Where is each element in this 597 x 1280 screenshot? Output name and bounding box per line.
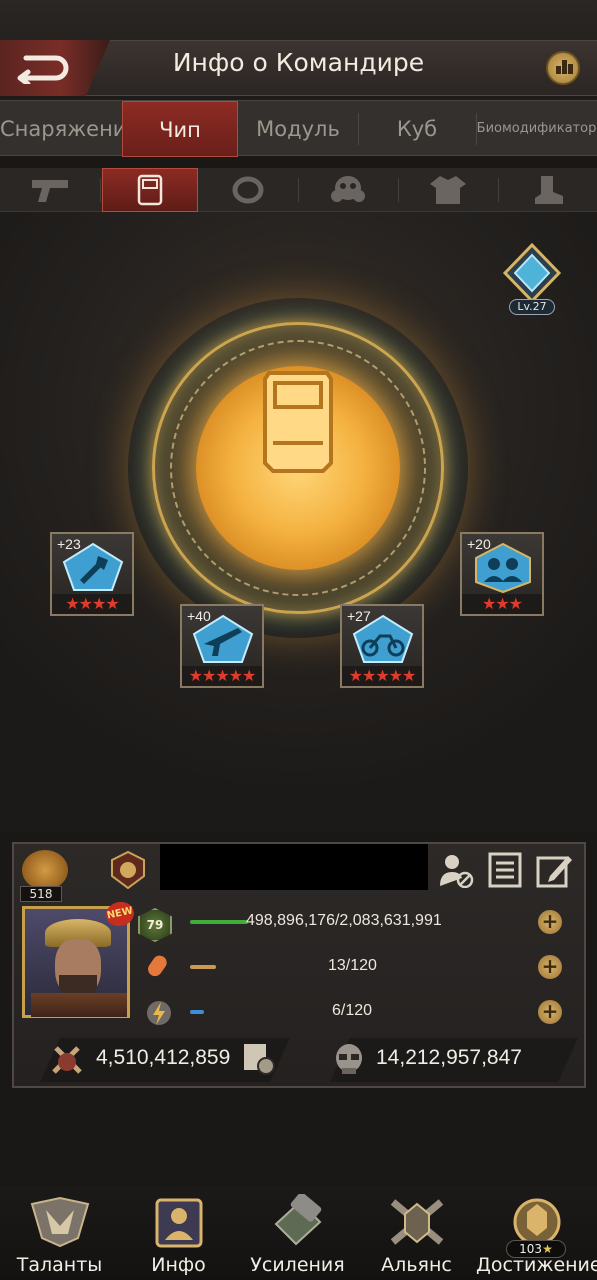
chip-icon (137, 174, 163, 206)
slot-bonus: +20 (467, 536, 491, 552)
tab-cube[interactable]: Куб (358, 101, 476, 157)
subtab-armor[interactable] (400, 168, 496, 212)
power-level-value: 518 (20, 886, 62, 902)
info-icon (155, 1198, 202, 1248)
kills-value: 14,212,957,847 (376, 1046, 522, 1069)
power-detail-icon[interactable] (242, 1042, 276, 1076)
boot-icon (535, 176, 563, 204)
subtab-divider (298, 178, 299, 202)
tab-module[interactable]: Модуль (238, 101, 358, 157)
slot-bonus: +27 (347, 608, 371, 624)
power-level-icon[interactable] (22, 850, 68, 890)
nav-label: Таланты (16, 1254, 103, 1276)
commander-name-redacted (160, 844, 428, 890)
slot-stars: ★★★★★ (342, 666, 422, 686)
chip-level-label: Lv.27 (509, 299, 555, 315)
exp-text: 498,896,176/2,083,631,991 (246, 912, 442, 929)
tab-chip[interactable]: Чип (122, 101, 238, 157)
subtab-bar (0, 168, 597, 212)
subtab-ring[interactable] (200, 168, 296, 212)
stamina-bar-fill (190, 965, 216, 969)
chip-slot[interactable]: +27 ★★★★★ (340, 604, 424, 688)
subtab-divider (398, 178, 399, 202)
stamina-text: 13/120 (328, 957, 377, 974)
skull-mask-icon (336, 1044, 362, 1074)
notes-icon[interactable] (488, 852, 522, 888)
page-title: Инфо о Командире (172, 48, 425, 77)
energy-bar-fill (190, 1010, 204, 1014)
slot-stars: ★★★ (462, 594, 542, 614)
exp-bar (190, 920, 250, 924)
energy-bar (190, 1010, 210, 1014)
ring-icon (232, 176, 264, 204)
power-icon (52, 1046, 82, 1074)
tab-biomodifier[interactable]: Биомодификатор (476, 101, 597, 157)
armor-icon (430, 176, 466, 204)
chip-slot[interactable]: +40 ★★★★★ (180, 604, 264, 688)
subtab-boot[interactable] (500, 168, 596, 212)
bottom-nav: Таланты Инфо Усиления Альянс 103★ Достиж… (0, 1186, 597, 1280)
alliance-icon (390, 1199, 443, 1245)
tab-equipment[interactable]: Снаряжение (0, 101, 139, 157)
stats-button[interactable] (546, 51, 580, 85)
energy-text: 6/120 (332, 1002, 373, 1019)
nav-boosts[interactable]: Усиления (238, 1186, 357, 1280)
nav-alliance[interactable]: Альянс (357, 1186, 476, 1280)
pistol-icon (32, 180, 68, 202)
chip-slot[interactable]: +23 ★★★★ (50, 532, 134, 616)
slot-stars: ★★★★ (52, 594, 132, 614)
power-value: 4,510,412,859 (96, 1046, 231, 1069)
subtab-chip[interactable] (102, 168, 198, 212)
subtab-pistol[interactable] (2, 168, 98, 212)
nav-label: Альянс (381, 1254, 452, 1276)
add-stamina-button[interactable]: + (538, 955, 562, 979)
edit-icon[interactable] (536, 852, 572, 888)
slot-bonus: +40 (187, 608, 211, 624)
talents-icon (30, 1196, 89, 1248)
energy-icon (147, 1001, 171, 1025)
tab-bar: Снаряжение Чип Модуль Куб Биомодификатор (0, 100, 597, 157)
header: Инфо о Командире (0, 0, 597, 100)
exp-bar-fill (190, 920, 248, 924)
nav-label: Инфо (151, 1254, 206, 1276)
nav-achievement[interactable]: 103★ Достижение (476, 1186, 597, 1280)
rank-badge-icon[interactable] (108, 850, 148, 890)
stamina-icon (148, 955, 167, 977)
nav-talents[interactable]: Таланты (0, 1186, 119, 1280)
chip-slot[interactable]: +20 ★★★ (460, 532, 544, 616)
achievement-icon (513, 1198, 560, 1246)
stamina-bar (190, 965, 230, 969)
profile-block-icon[interactable] (438, 852, 474, 888)
subtab-divider (498, 178, 499, 202)
chip-stage: Lv.27 +23 ★★★★ +20 ★★★ +40 ★★★★★ +27 ★★★… (0, 212, 597, 832)
add-energy-button[interactable]: + (538, 1000, 562, 1024)
add-exp-button[interactable]: + (538, 910, 562, 934)
nav-label: Усиления (250, 1254, 345, 1276)
chip-level-badge[interactable]: Lv.27 (501, 242, 563, 319)
chip-core-icon (263, 371, 333, 473)
gas-mask-icon (331, 176, 365, 202)
diamond-icon (502, 242, 562, 304)
slot-bonus: +23 (57, 536, 81, 552)
subtab-divider (100, 178, 101, 202)
commander-level: 79 (138, 908, 172, 942)
slot-stars: ★★★★★ (182, 666, 262, 686)
avatar-body (31, 993, 127, 1017)
subtab-gas-mask[interactable] (300, 168, 396, 212)
boosts-icon (274, 1194, 321, 1246)
nav-label: Достижение (476, 1254, 597, 1276)
nav-info[interactable]: Инфо (119, 1186, 238, 1280)
commander-panel: 518 NEW 79 498,896,176/2,083,631,991 + 1… (12, 842, 586, 1088)
